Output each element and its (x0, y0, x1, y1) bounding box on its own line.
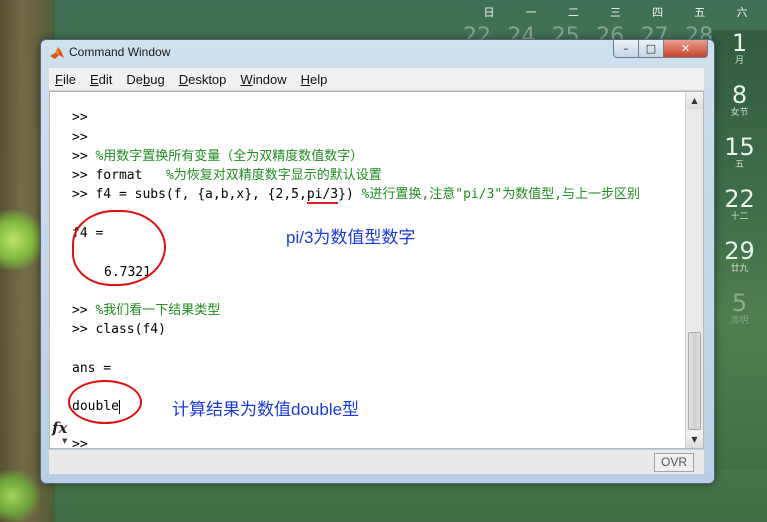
date-number: 29 (724, 237, 755, 265)
date-number: 22 (724, 185, 755, 213)
menu-debug[interactable]: Debug (120, 72, 172, 87)
overwrite-indicator: OVR (654, 453, 694, 472)
matlab-logo-icon (50, 47, 64, 59)
maximize-button[interactable]: □ (639, 40, 664, 58)
minimize-icon: – (623, 42, 629, 55)
desktop-leaf-bottom (0, 470, 40, 522)
prompt: >> (72, 168, 88, 183)
weekday-label: 五 (694, 6, 706, 19)
code-text: class(f4) (95, 322, 166, 337)
command-window: Command Window – □ ✕ File Edit Debug Des… (40, 39, 715, 484)
menu-edit[interactable]: Edit (84, 72, 120, 87)
console-line: >> f4 = subs(f, {a,b,x}, {2,5,pi/3}) %进行… (72, 186, 640, 204)
weekday-label: 日 (483, 6, 495, 19)
calendar-side-date: 22 十二 (712, 186, 767, 238)
prompt: >> (72, 187, 88, 202)
calendar-side-date: 1月 (712, 30, 767, 82)
scroll-up-button[interactable]: ▲ (686, 92, 703, 109)
menu-file[interactable]: File (49, 72, 84, 87)
prompt: >> (72, 149, 88, 164)
code-text: f4 = subs(f, {a,b,x}, {2,5, (95, 187, 307, 202)
date-number: 5 (731, 289, 748, 317)
weekday-label: 四 (652, 6, 664, 19)
menu-mnemonic: H (300, 71, 311, 87)
calendar-side-date: 8 女节 (712, 82, 767, 134)
code-text: format (95, 168, 166, 183)
calendar-weekdays: 日 一 二 三 四 五 六 (470, 4, 767, 20)
code-comment: %为恢复对双精度数字显示的默认设置 (165, 168, 382, 183)
result-name: ans = (72, 361, 112, 376)
console-line: >> %用数字置换所有变量（全为双精度数值数字） (72, 148, 363, 166)
vertical-scrollbar[interactable]: ▲ ▼ (685, 92, 703, 448)
maximize-icon: □ (645, 42, 657, 55)
scrollbar-thumb[interactable] (688, 332, 701, 430)
date-number: 15 (724, 133, 755, 161)
code-comment: %我们看一下结果类型 (95, 303, 221, 318)
chevron-up-icon: ▲ (691, 96, 698, 105)
date-number: 8 (731, 81, 748, 109)
chevron-down-icon: ▼ (691, 435, 698, 444)
prompt: >> (72, 303, 88, 318)
date-lunar: 十二 (730, 212, 749, 222)
menu-desktop[interactable]: Desktop (173, 72, 235, 87)
console-line: >> format %为恢复对双精度数字显示的默认设置 (72, 167, 382, 185)
console-line: >> (72, 129, 88, 147)
menu-mnemonic: E (89, 71, 99, 87)
console-line: >> class(f4) (72, 321, 166, 339)
menu-mnemonic: D (178, 71, 189, 87)
code-comment: %进行置换,注意"pi/3"为数值型,与上一步区别 (361, 187, 641, 202)
function-browser-icon[interactable]: fx (52, 419, 67, 437)
console-line: >> %我们看一下结果类型 (72, 302, 220, 320)
menu-window[interactable]: Window (234, 72, 294, 87)
desktop-leaf (0, 210, 45, 270)
console-line: >> (72, 109, 88, 127)
date-lunar: 女节 (730, 108, 749, 118)
prompt: >> (72, 130, 88, 145)
console-area[interactable]: >> >> >> %用数字置换所有变量（全为双精度数值数字） >> format… (49, 91, 704, 449)
weekday-label: 二 (567, 6, 579, 19)
date-lunar: 五 (734, 160, 744, 170)
weekday-label: 三 (609, 6, 621, 19)
menu-mnemonic: F (55, 71, 63, 87)
red-annotation-circle (72, 210, 166, 286)
title-bar[interactable]: Command Window – □ ✕ (41, 40, 714, 66)
annotation-note: pi/3为数值型数字 (286, 228, 416, 247)
status-bar: OVR (49, 450, 704, 474)
calendar-side-dates: 1月 8 女节 15 五 22 十二 29 廿九 5 清明 (712, 30, 767, 342)
prompt: >> (72, 110, 88, 125)
date-lunar: 清明 (730, 316, 749, 326)
menu-mnemonic: b (143, 71, 151, 87)
code-text: }) (338, 187, 362, 202)
menu-mnemonic: W (240, 71, 253, 87)
calendar-side-date: 29 廿九 (712, 238, 767, 290)
window-title: Command Window (69, 45, 171, 59)
menu-bar: File Edit Debug Desktop Window Help (49, 68, 704, 91)
annotation-note: 计算结果为数值double型 (172, 400, 360, 419)
calendar-side-date: 5 清明 (712, 290, 767, 342)
prompt: >> (72, 322, 88, 337)
date-lunar: 廿九 (730, 264, 749, 274)
scroll-down-button[interactable]: ▼ (686, 431, 703, 448)
dropdown-arrow-icon[interactable]: ▼ (62, 437, 67, 445)
underlined-code: pi/3 (306, 187, 339, 204)
calendar-side-date: 15 五 (712, 134, 767, 186)
close-icon: ✕ (680, 42, 691, 55)
minimize-button[interactable]: – (613, 40, 639, 58)
window-controls: – □ ✕ (613, 40, 708, 58)
date-lunar: 月 (734, 56, 744, 66)
current-prompt[interactable]: >> (72, 436, 88, 448)
close-button[interactable]: ✕ (664, 40, 708, 58)
date-number: 1 (731, 29, 748, 57)
code-comment: %用数字置换所有变量（全为双精度数值数字） (95, 149, 364, 164)
menu-help[interactable]: Help (295, 72, 336, 87)
weekday-label: 一 (525, 6, 537, 19)
weekday-label: 六 (736, 6, 748, 19)
red-annotation-circle (68, 380, 142, 424)
